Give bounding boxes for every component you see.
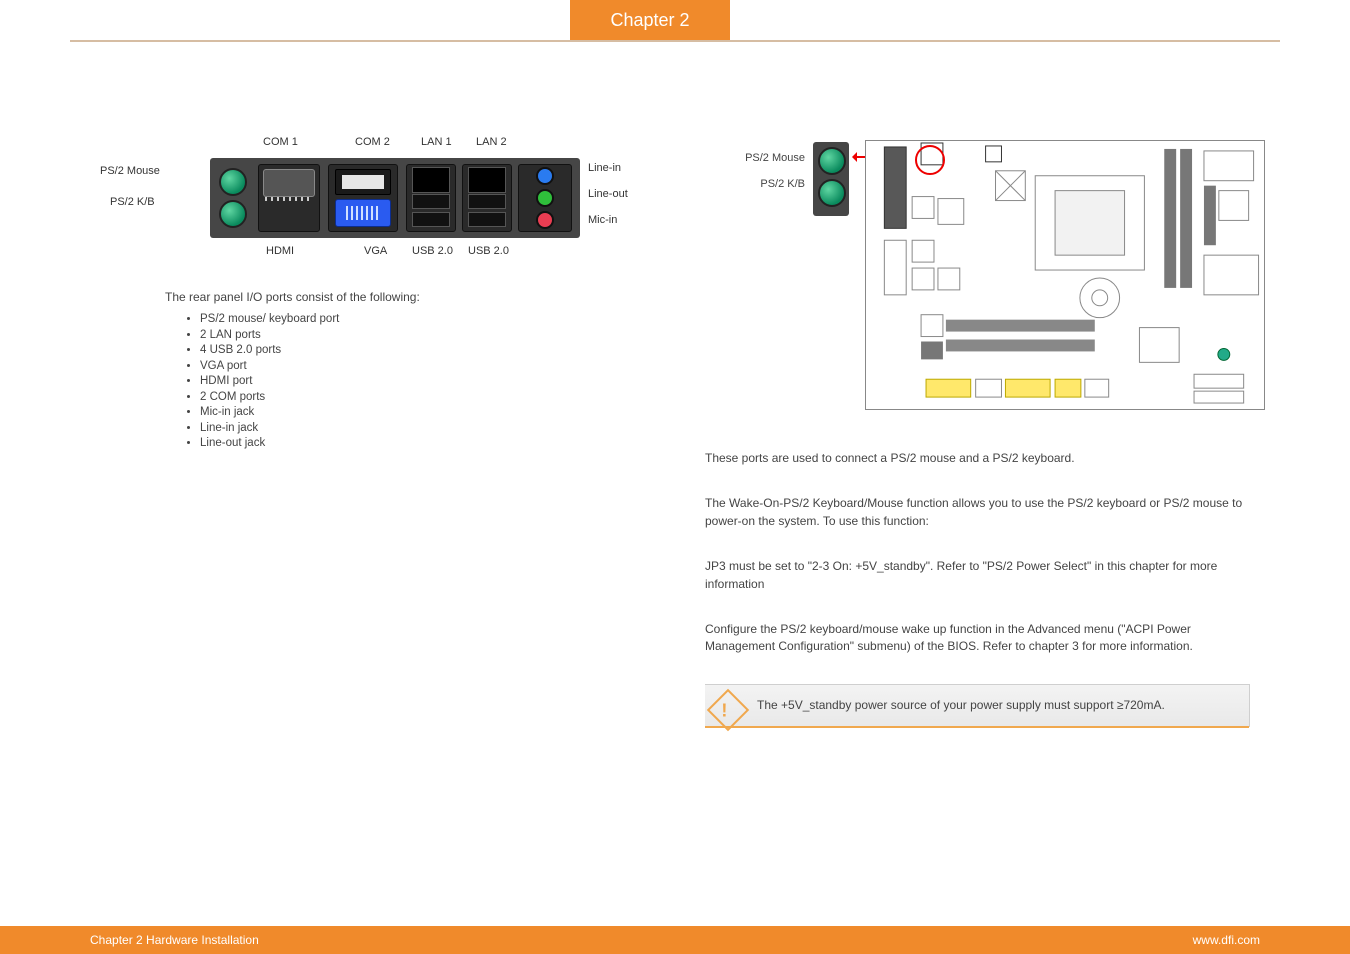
footer-left: Chapter 2 Hardware Installation: [90, 933, 259, 947]
ps2-mouse-label: PS/2 Mouse: [100, 165, 160, 177]
micin-jack-icon: [536, 211, 554, 229]
fig2-ps2-mouse-label: PS/2 Mouse: [715, 152, 805, 164]
vga-label: VGA: [364, 245, 387, 257]
list-item: HDMI port: [200, 374, 645, 390]
lineout-jack-icon: [536, 189, 554, 207]
callout-circle-icon: [915, 145, 945, 175]
list-item: 2 LAN ports: [200, 328, 645, 344]
lineout-label: Line-out: [588, 188, 628, 200]
ps2-kb-icon: [219, 200, 247, 228]
fig2-ps2-labels: PS/2 Mouse PS/2 K/B: [715, 152, 805, 204]
paragraph: These ports are used to connect a PS/2 m…: [705, 450, 1250, 467]
motherboard-figure: PS/2 Mouse PS/2 K/B: [705, 130, 1270, 430]
page-footer: Chapter 2 Hardware Installation www.dfi.…: [0, 926, 1350, 954]
com2-label: COM 2: [355, 136, 390, 148]
right-body-text: These ports are used to connect a PS/2 m…: [705, 450, 1250, 727]
list-item: Mic-in jack: [200, 405, 645, 421]
fig2-ps2-kb-label: PS/2 K/B: [715, 178, 805, 190]
footer-right: www.dfi.com: [1193, 933, 1260, 947]
rear-panel-graphic: [210, 158, 580, 238]
ps2-mouse-icon: [818, 147, 846, 175]
com1-port-block: [258, 164, 320, 232]
note-box: ! The +5V_standby power source of your p…: [705, 684, 1250, 727]
micin-label: Mic-in: [588, 214, 617, 226]
right-column: PS/2 Mouse PS/2 K/B: [705, 130, 1270, 874]
paragraph: Configure the PS/2 keyboard/mouse wake u…: [705, 621, 1250, 656]
ps2-kb-icon: [818, 179, 846, 207]
ps2-kb-label: PS/2 K/B: [110, 196, 155, 208]
motherboard-diagram: [865, 140, 1265, 410]
chapter-tab: Chapter 2: [570, 0, 730, 40]
left-column: PS/2 Mouse PS/2 K/B COM 1 COM 2 LAN 1 LA…: [80, 130, 645, 874]
com1-label: COM 1: [263, 136, 298, 148]
ps2-mouse-icon: [219, 168, 247, 196]
usb20-label-2: USB 2.0: [468, 245, 509, 257]
header-rule: [70, 40, 1280, 42]
port-list: PS/2 mouse/ keyboard port 2 LAN ports 4 …: [185, 312, 645, 452]
paragraph: The Wake-On-PS/2 Keyboard/Mouse function…: [705, 495, 1250, 530]
lan2-label: LAN 2: [476, 136, 507, 148]
linein-label: Line-in: [588, 162, 621, 174]
paragraph: JP3 must be set to "2-3 On: +5V_standby"…: [705, 558, 1250, 593]
list-item: PS/2 mouse/ keyboard port: [200, 312, 645, 328]
lan1-usb-block: [406, 164, 456, 232]
list-item: 4 USB 2.0 ports: [200, 343, 645, 359]
usb20-label-1: USB 2.0: [412, 245, 453, 257]
lan1-label: LAN 1: [421, 136, 452, 148]
warning-icon: !: [707, 689, 749, 731]
audio-block: [518, 164, 572, 232]
rear-panel-figure: PS/2 Mouse PS/2 K/B COM 1 COM 2 LAN 1 LA…: [110, 130, 625, 290]
hdmi-vga-block: [328, 164, 398, 232]
lan2-usb-block: [462, 164, 512, 232]
list-item: Line-in jack: [200, 421, 645, 437]
fig2-ps2-icons: [813, 142, 849, 216]
ps2-port-block: [213, 164, 253, 232]
hdmi-label: HDMI: [266, 245, 294, 257]
rear-panel-intro: The rear panel I/O ports consist of the …: [165, 290, 645, 304]
list-item: VGA port: [200, 359, 645, 375]
list-item: 2 COM ports: [200, 390, 645, 406]
list-item: Line-out jack: [200, 436, 645, 452]
linein-jack-icon: [536, 167, 554, 185]
note-text: The +5V_standby power source of your pow…: [757, 698, 1165, 712]
content-columns: PS/2 Mouse PS/2 K/B COM 1 COM 2 LAN 1 LA…: [80, 130, 1270, 874]
